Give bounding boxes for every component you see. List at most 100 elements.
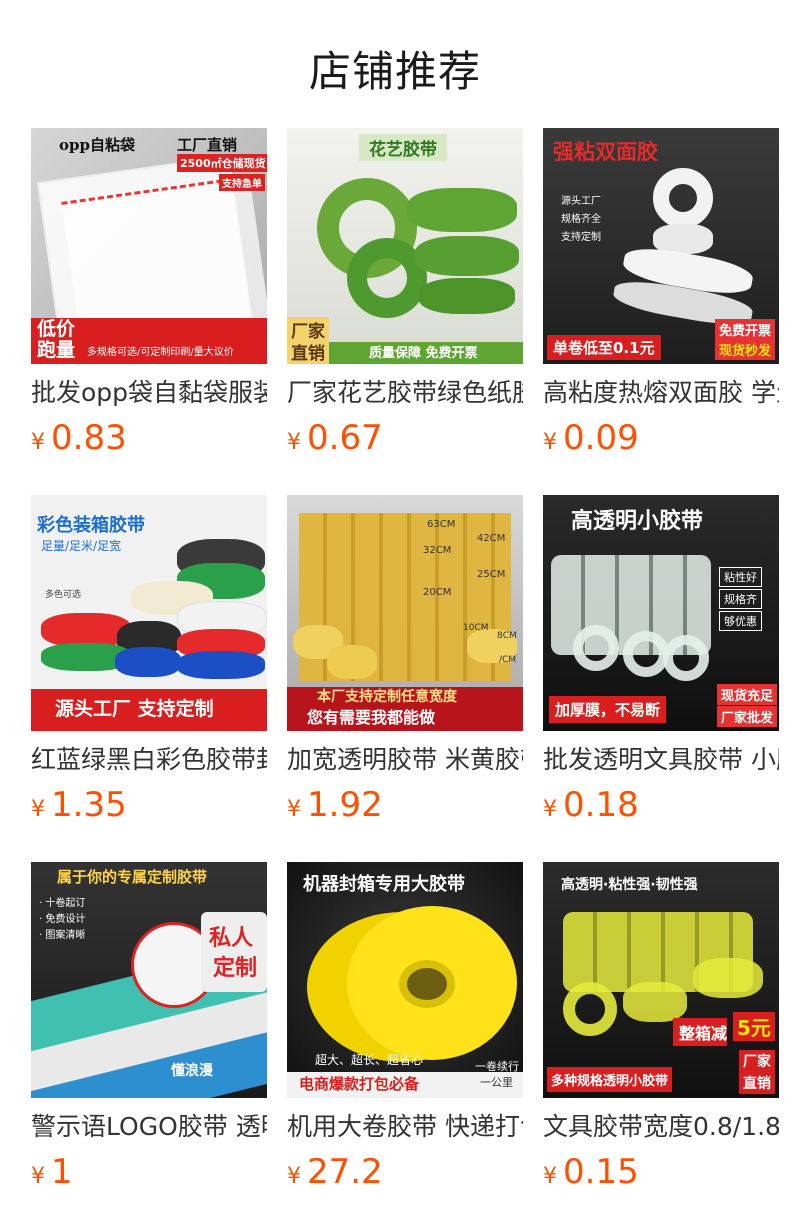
product-card[interactable]: opp自粘袋 工厂直销 2500㎡仓储现货 支持急单 低价 跑量 多规格可选/可…: [31, 128, 267, 464]
image-label: 单卷低至0.1元: [547, 335, 661, 360]
image-label: 源头工厂: [561, 196, 601, 207]
product-price: ¥1.35: [31, 785, 267, 831]
image-label: 多色可选: [45, 590, 82, 600]
image-label: 多规格可选/可定制印刷/量大议价: [87, 347, 234, 358]
image-label: opp自粘袋: [59, 136, 135, 154]
image-label: 10CM: [463, 623, 489, 633]
image-label: 电商爆款打包必备: [299, 1075, 420, 1093]
image-label: 5元: [733, 1012, 775, 1041]
image-label: 够优惠: [719, 611, 762, 631]
image-label: 支持定制: [561, 232, 601, 243]
product-image[interactable]: opp自粘袋 工厂直销 2500㎡仓储现货 支持急单 低价 跑量 多规格可选/可…: [31, 128, 267, 364]
product-name[interactable]: 批发透明文具胶带 小胶带: [543, 743, 779, 777]
image-label: 私人: [209, 925, 254, 951]
image-label: 懂浪漫: [171, 1063, 213, 1079]
image-label: 现货秒发: [714, 339, 775, 360]
image-label: 定制: [213, 955, 258, 981]
product-card[interactable]: 高透明·粘性强·韧性强 整箱减 5元 多种规格透明小胶带 厂家 直销 文具胶带宽…: [543, 862, 779, 1198]
product-name[interactable]: 批发opp袋自黏袋服装包装袋: [31, 376, 267, 410]
product-name[interactable]: 警示语LOGO胶带 透明封箱: [31, 1110, 267, 1144]
price-value: 1.35: [51, 785, 127, 825]
product-card[interactable]: 强粘双面胶 源头工厂 规格齐全 支持定制 单卷低至0.1元 免费开票 现货秒发 …: [543, 128, 779, 464]
product-image[interactable]: 花艺胶带 厂家 直销 质量保障 免费开票: [287, 128, 523, 364]
product-price: ¥1.92: [287, 785, 523, 831]
currency-symbol: ¥: [31, 1164, 45, 1189]
image-label: 规格齐: [719, 589, 762, 609]
product-image[interactable]: 63CM 42CM 32CM 25CM 20CM 10CM 8CM /CM 本厂…: [287, 495, 523, 731]
price-value: 27.2: [307, 1152, 383, 1192]
image-label: 一公里: [480, 1076, 513, 1089]
image-label: /CM: [499, 655, 517, 665]
image-label: 多种规格透明小胶带: [547, 1067, 673, 1092]
currency-symbol: ¥: [287, 797, 301, 822]
image-label: 规格齐全: [561, 214, 601, 225]
image-label: 2500㎡仓储现货: [177, 154, 267, 172]
image-label: 质量保障 免费开票: [369, 346, 478, 361]
image-label: 跑量: [37, 339, 76, 361]
image-label: 属于你的专属定制胶带: [57, 868, 208, 886]
image-label: 支持急单: [219, 174, 265, 191]
image-label: 25CM: [477, 569, 506, 580]
image-label: 高透明小胶带: [571, 509, 704, 534]
product-name[interactable]: 厂家花艺胶带绿色纸胶带: [287, 376, 523, 410]
currency-symbol: ¥: [287, 1164, 301, 1189]
image-label: 20CM: [423, 587, 452, 598]
currency-symbol: ¥: [31, 430, 45, 455]
image-label: 一卷续行: [475, 1060, 519, 1073]
price-value: 0.15: [563, 1152, 639, 1192]
product-card[interactable]: 彩色装箱胶带 足量/足米/足宽 多色可选 源头工厂 支持定制 红蓝绿黑白彩色胶带…: [31, 495, 267, 831]
image-label: 直销: [287, 339, 329, 364]
currency-symbol: ¥: [543, 1164, 557, 1189]
product-name[interactable]: 高粘度热熔双面胶 学生手工: [543, 376, 779, 410]
image-label: 63CM: [427, 519, 456, 530]
image-label: 厂家: [739, 1050, 775, 1072]
product-name[interactable]: 文具胶带宽度0.8/1.8cm: [543, 1110, 779, 1144]
product-price: ¥0.15: [543, 1152, 779, 1198]
image-label: 本厂支持定制任意宽度: [317, 689, 457, 705]
image-label: 您有需要我都能做: [307, 708, 436, 727]
product-image[interactable]: 属于你的专属定制胶带 · 十卷起订 · 免费设计 · 图案清晰 私人 定制 懂浪…: [31, 862, 267, 1098]
product-card[interactable]: 63CM 42CM 32CM 25CM 20CM 10CM 8CM /CM 本厂…: [287, 495, 523, 831]
price-value: 0.67: [307, 418, 383, 458]
product-price: ¥0.67: [287, 418, 523, 464]
image-label: 免费开票: [714, 319, 775, 340]
price-value: 0.18: [563, 785, 639, 825]
image-label: 足量/足米/足宽: [41, 539, 122, 553]
product-image[interactable]: 高透明小胶带 粘性好 规格齐 够优惠 加厚膜，不易断 现货充足 厂家批发: [543, 495, 779, 731]
image-label: 直销: [739, 1072, 775, 1094]
product-card[interactable]: 属于你的专属定制胶带 · 十卷起订 · 免费设计 · 图案清晰 私人 定制 懂浪…: [31, 862, 267, 1198]
product-name[interactable]: 机用大卷胶带 快递打包封箱: [287, 1110, 523, 1144]
product-image[interactable]: 机器封箱专用大胶带 超大、超长、超省心 电商爆款打包必备 一卷续行 一公里: [287, 862, 523, 1098]
page-title: 店铺推荐: [308, 47, 481, 96]
product-name[interactable]: 红蓝绿黑白彩色胶带封箱: [31, 743, 267, 777]
image-label: 强粘双面胶: [553, 140, 658, 164]
product-card[interactable]: 高透明小胶带 粘性好 规格齐 够优惠 加厚膜，不易断 现货充足 厂家批发 批发透…: [543, 495, 779, 831]
price-value: 0.83: [51, 418, 127, 458]
image-label: 工厂直销: [177, 136, 238, 154]
price-value: 1: [51, 1152, 73, 1192]
product-card[interactable]: 花艺胶带 厂家 直销 质量保障 免费开票 厂家花艺胶带绿色纸胶带 ¥0.67: [287, 128, 523, 464]
image-label: 32CM: [423, 545, 452, 556]
currency-symbol: ¥: [31, 797, 45, 822]
product-name[interactable]: 加宽透明胶带 米黄胶带大卷: [287, 743, 523, 777]
product-image[interactable]: 高透明·粘性强·韧性强 整箱减 5元 多种规格透明小胶带 厂家 直销: [543, 862, 779, 1098]
image-label: 超大、超长、超省心: [315, 1053, 424, 1067]
image-label: 粘性好: [719, 567, 762, 587]
currency-symbol: ¥: [287, 430, 301, 455]
currency-symbol: ¥: [543, 797, 557, 822]
product-price: ¥27.2: [287, 1152, 523, 1198]
image-label: · 免费设计: [39, 914, 86, 925]
product-image[interactable]: 彩色装箱胶带 足量/足米/足宽 多色可选 源头工厂 支持定制: [31, 495, 267, 731]
image-label: · 图案清晰: [39, 930, 86, 941]
image-label: 彩色装箱胶带: [37, 515, 145, 536]
product-price: ¥0.18: [543, 785, 779, 831]
image-label: 厂家批发: [716, 706, 777, 727]
product-image[interactable]: 强粘双面胶 源头工厂 规格齐全 支持定制 单卷低至0.1元 免费开票 现货秒发: [543, 128, 779, 364]
image-label: 整箱减: [673, 1018, 728, 1046]
image-label: 现货充足: [716, 684, 777, 705]
image-label: 高透明·粘性强·韧性强: [561, 877, 698, 893]
image-label: 8CM: [497, 631, 517, 641]
product-price: ¥1: [31, 1152, 267, 1198]
image-label: 加厚膜，不易断: [549, 696, 667, 723]
product-card[interactable]: 机器封箱专用大胶带 超大、超长、超省心 电商爆款打包必备 一卷续行 一公里 机用…: [287, 862, 523, 1198]
